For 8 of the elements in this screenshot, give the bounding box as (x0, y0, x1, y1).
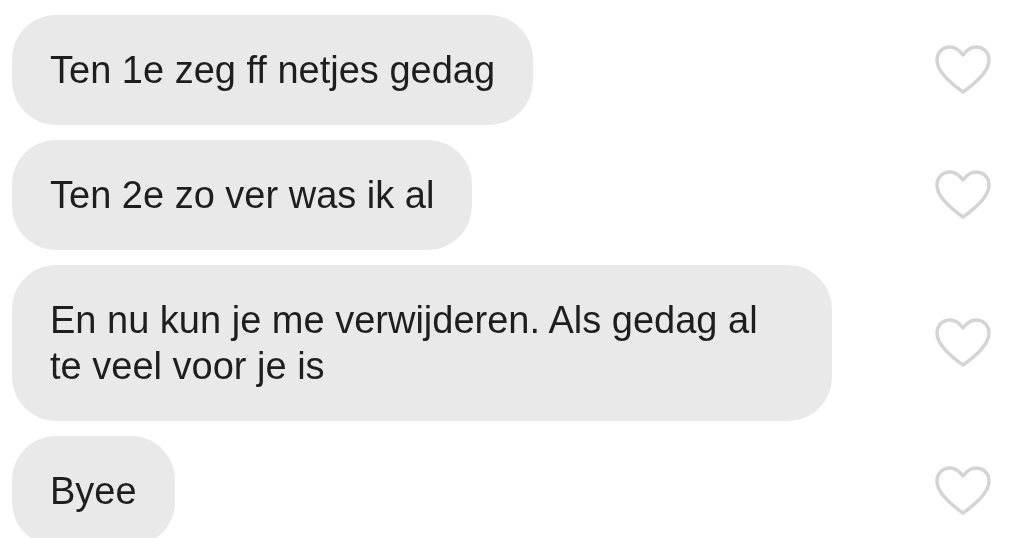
message-bubble: En nu kun je me verwijderen. Als gedag al te veel voor je is (12, 265, 832, 421)
heart-icon[interactable] (934, 44, 992, 96)
message-bubble: Ten 2e zo ver was ik al (12, 140, 473, 250)
heart-icon[interactable] (934, 317, 992, 369)
message-bubble: Byee (12, 436, 175, 538)
heart-icon[interactable] (934, 465, 992, 517)
heart-icon[interactable] (934, 169, 992, 221)
message-bubble: Ten 1e zeg ff netjes gedag (12, 15, 534, 125)
